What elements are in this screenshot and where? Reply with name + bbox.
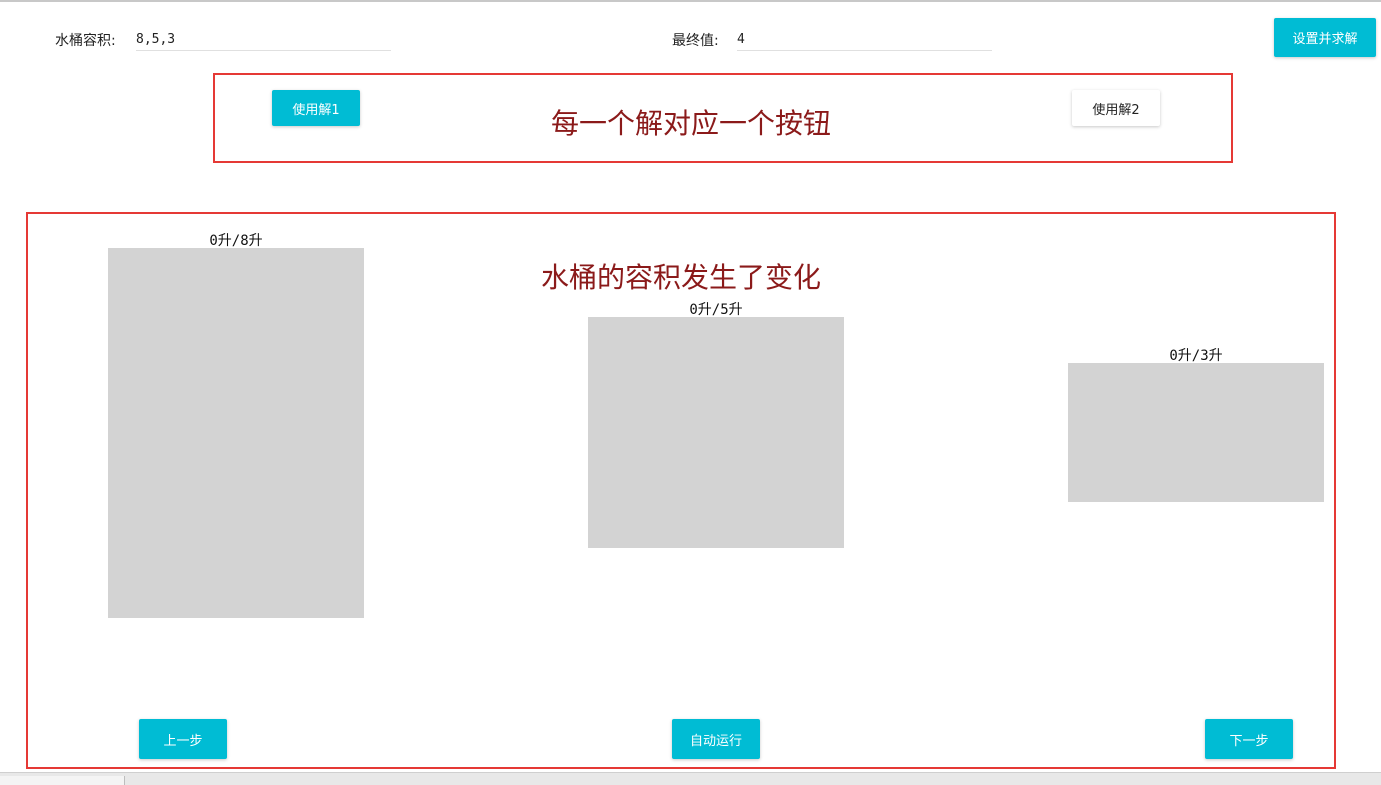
bucket-3-label: 0升/3升 xyxy=(1169,348,1223,364)
use-solution-2-button[interactable]: 使用解2 xyxy=(1072,90,1160,126)
bucket-1 xyxy=(108,248,364,618)
auto-run-button[interactable]: 自动运行 xyxy=(672,719,760,759)
capacity-input[interactable] xyxy=(136,28,391,51)
next-step-button[interactable]: 下一步 xyxy=(1205,719,1293,759)
bucket-2 xyxy=(588,317,844,548)
previous-step-button[interactable]: 上一步 xyxy=(139,719,227,759)
window-top-border xyxy=(0,0,1381,2)
final-value-input[interactable] xyxy=(737,28,992,51)
taskbar-strip xyxy=(0,772,1381,785)
taskbar-tab[interactable] xyxy=(0,776,125,785)
solutions-annotation-text: 每一个解对应一个按钮 xyxy=(551,107,832,140)
bucket-2-label: 0升/5升 xyxy=(689,302,743,318)
bucket-3 xyxy=(1068,363,1324,502)
capacity-label: 水桶容积: xyxy=(55,33,116,49)
stage-annotation-text: 水桶的容积发生了变化 xyxy=(541,261,822,294)
use-solution-1-button[interactable]: 使用解1 xyxy=(272,90,360,126)
final-value-label: 最终值: xyxy=(672,33,719,49)
set-and-solve-button[interactable]: 设置并求解 xyxy=(1274,18,1376,57)
bucket-1-label: 0升/8升 xyxy=(209,233,263,249)
